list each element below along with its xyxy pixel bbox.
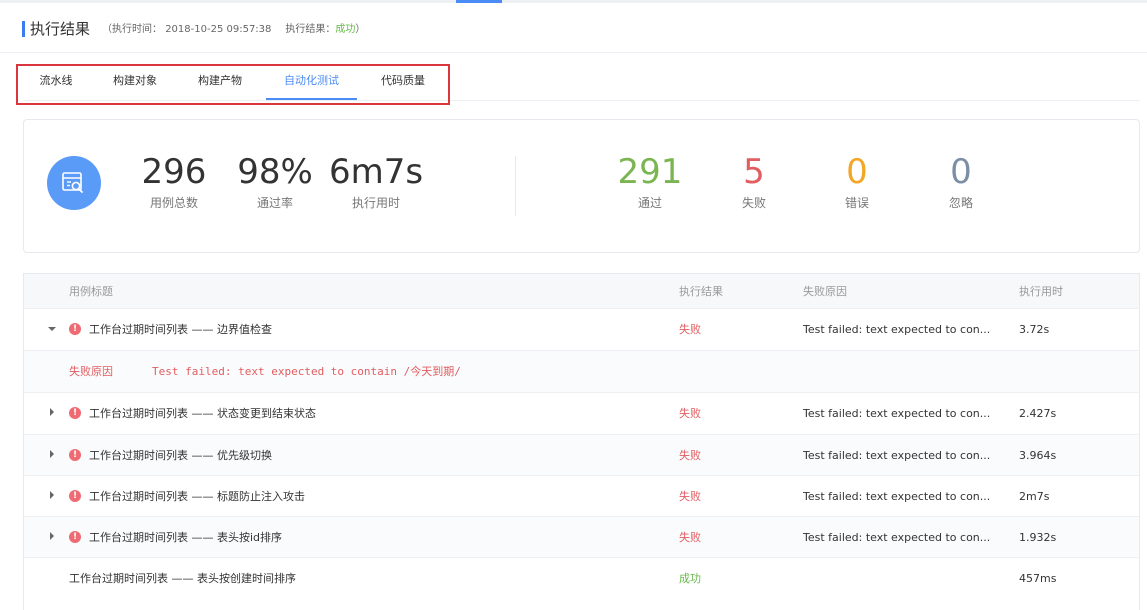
- table-header: 用例标题 执行结果 失败原因 执行用时: [24, 274, 1139, 308]
- case-duration: 3.72s: [1019, 323, 1050, 336]
- stat-failed-value: 5: [743, 152, 765, 192]
- stat-total-value: 296: [141, 152, 207, 192]
- stat-total-label: 用例总数: [149, 196, 198, 210]
- stat-duration-label: 执行用时: [351, 196, 400, 210]
- title-accent-bar: [22, 21, 25, 37]
- stat-failed: 5 失败: [714, 152, 794, 211]
- stat-ignored-label: 忽略: [948, 196, 973, 210]
- table-row[interactable]: 工作台过期时间列表 —— 表头按创建时间排序 成功 457ms: [24, 557, 1139, 599]
- result-header: 执行结果 （执行时间： 2018-10-25 09:57:38 执行结果：成功）: [0, 3, 1147, 53]
- case-result: 失败: [679, 531, 701, 544]
- execution-result-label: 执行结果：: [285, 24, 336, 35]
- stat-pass-rate-value: 98%: [237, 152, 313, 192]
- case-result: 失败: [679, 449, 701, 462]
- case-fail-reason: Test failed: text expected to con...: [803, 490, 991, 503]
- fail-detail-message: Test failed: text expected to contain /今…: [152, 365, 461, 378]
- table-row[interactable]: ! 工作台过期时间列表 —— 优先级切换 失败 Test failed: tex…: [24, 434, 1139, 476]
- error-icon: !: [69, 323, 81, 335]
- stat-ignored: 0 忽略: [921, 152, 1001, 211]
- fail-detail-row: 失败原因 Test failed: text expected to conta…: [24, 350, 1139, 392]
- column-header-reason[interactable]: 失败原因: [803, 284, 847, 300]
- case-fail-reason: Test failed: text expected to con...: [803, 407, 991, 420]
- case-result: 失败: [679, 323, 701, 336]
- case-result: 失败: [679, 407, 701, 420]
- execution-result-value: 成功: [335, 24, 356, 35]
- case-duration: 2.427s: [1019, 407, 1057, 420]
- table-row[interactable]: ! 工作台过期时间列表 —— 边界值检查 失败 Test failed: tex…: [24, 308, 1139, 350]
- execution-time-label: （执行时间：: [102, 24, 162, 35]
- error-icon: !: [69, 449, 81, 461]
- meta-close-paren: ）: [355, 24, 366, 35]
- column-header-time[interactable]: 执行用时: [1019, 284, 1063, 300]
- case-title: 工作台过期时间列表 —— 标题防止注入攻击: [89, 490, 305, 503]
- execution-meta: （执行时间： 2018-10-25 09:57:38 执行结果：成功）: [102, 21, 365, 39]
- case-duration: 3.964s: [1019, 449, 1057, 462]
- table-row[interactable]: ! 工作台过期时间列表 —— 状态变更到结束状态 失败 Test failed:…: [24, 392, 1139, 434]
- execution-time-value: 2018-10-25 09:57:38: [165, 24, 272, 35]
- stat-errors: 0 错误: [817, 152, 897, 211]
- collapse-arrow-icon[interactable]: [48, 327, 56, 331]
- stat-duration-value: 6m7s: [328, 152, 424, 192]
- search-report-icon: [47, 156, 101, 210]
- case-duration: 1.932s: [1019, 531, 1057, 544]
- page-title: 执行结果: [30, 20, 91, 38]
- case-duration: 457ms: [1019, 572, 1057, 585]
- case-title: 工作台过期时间列表 —— 表头按创建时间排序: [69, 572, 296, 585]
- expand-arrow-icon[interactable]: [50, 491, 54, 499]
- stat-passed-label: 通过: [637, 196, 662, 210]
- column-header-title[interactable]: 用例标题: [69, 284, 113, 300]
- expand-arrow-icon[interactable]: [50, 532, 54, 540]
- stat-pass-rate: 98% 通过率: [232, 152, 318, 211]
- stat-errors-label: 错误: [844, 196, 869, 210]
- case-fail-reason: Test failed: text expected to con...: [803, 449, 991, 462]
- stat-duration: 6m7s 执行用时: [326, 152, 426, 211]
- error-icon: !: [69, 490, 81, 502]
- case-fail-reason: Test failed: text expected to con...: [803, 531, 991, 544]
- stat-total-cases: 296 用例总数: [134, 152, 214, 211]
- stat-failed-label: 失败: [741, 196, 766, 210]
- test-case-table: 用例标题 执行结果 失败原因 执行用时 ! 工作台过期时间列表 —— 边界值检查…: [23, 273, 1140, 610]
- case-duration: 2m7s: [1019, 490, 1050, 503]
- stat-errors-value: 0: [846, 152, 868, 192]
- expand-arrow-icon[interactable]: [50, 408, 54, 416]
- stat-passed-value: 291: [617, 152, 683, 192]
- stat-passed: 291 通过: [610, 152, 690, 211]
- case-title: 工作台过期时间列表 —— 状态变更到结束状态: [89, 407, 316, 420]
- test-summary-card: 296 用例总数 98% 通过率 6m7s 执行用时 291 通过 5 失败 0…: [23, 119, 1140, 253]
- table-row[interactable]: ! 工作台过期时间列表 —— 表头按id排序 失败 Test failed: t…: [24, 516, 1139, 558]
- column-header-result[interactable]: 执行结果: [679, 284, 723, 300]
- case-result: 成功: [679, 572, 701, 585]
- expand-arrow-icon[interactable]: [50, 450, 54, 458]
- case-result: 失败: [679, 490, 701, 503]
- summary-divider: [515, 156, 516, 216]
- stat-pass-rate-label: 通过率: [256, 196, 293, 210]
- stat-ignored-value: 0: [950, 152, 972, 192]
- error-icon: !: [69, 531, 81, 543]
- case-fail-reason: Test failed: text expected to con...: [803, 323, 991, 336]
- case-title: 工作台过期时间列表 —— 优先级切换: [89, 449, 272, 462]
- error-icon: !: [69, 407, 81, 419]
- case-title: 工作台过期时间列表 —— 表头按id排序: [89, 531, 283, 544]
- fail-detail-label: 失败原因: [69, 365, 113, 378]
- case-title: 工作台过期时间列表 —— 边界值检查: [89, 323, 272, 336]
- tabs-highlight-box: [16, 64, 450, 105]
- table-row[interactable]: ! 工作台过期时间列表 —— 标题防止注入攻击 失败 Test failed: …: [24, 475, 1139, 517]
